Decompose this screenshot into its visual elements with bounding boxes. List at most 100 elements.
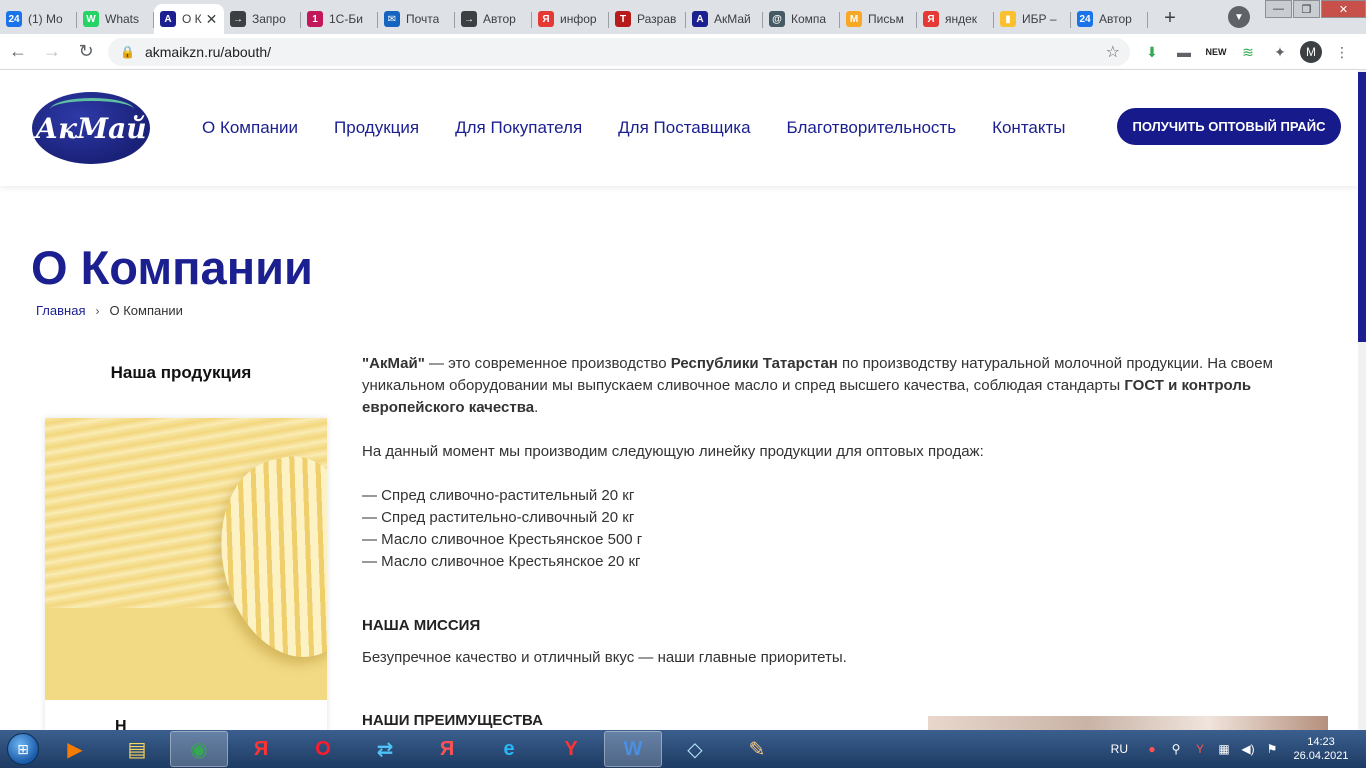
network-icon[interactable]: ▦ [1214, 742, 1234, 756]
tab-label: Разрав [637, 12, 677, 26]
product-line-item: — Спред сливочно-растительный 20 кг [362, 487, 635, 504]
lock-icon[interactable]: 🔒 [120, 45, 135, 59]
browser-tab[interactable]: A АкМай [686, 4, 763, 34]
profile-avatar[interactable]: M [1300, 41, 1322, 63]
taskbar-media-player-icon[interactable]: ▶ [46, 731, 104, 767]
extensions-puzzle-icon[interactable]: ✦ [1268, 40, 1292, 64]
forward-arrow-icon[interactable]: → [36, 36, 68, 68]
tab-favicon-icon: M [846, 11, 862, 27]
tab-label: инфор [560, 12, 597, 26]
windows-taskbar: ⊞ ▶ ▤ ◉ Я O ⇄ Я e Y W ◇ ✎ RU ● ⚲ Y ▦ ◀) … [0, 730, 1366, 768]
browser-tab[interactable]: 24 Автор [1071, 4, 1148, 34]
security-icon[interactable]: ⚲ [1166, 742, 1186, 756]
browser-tab[interactable]: 24 (1) Mo [0, 4, 77, 34]
url-text[interactable]: akmaikzn.ru/abouth/ [145, 44, 271, 60]
browser-tab[interactable]: 1 1С-Би [301, 4, 378, 34]
taskbar-notes-icon[interactable]: ◇ [666, 731, 724, 767]
browser-tab[interactable]: ▮ ИБР – [994, 4, 1071, 34]
page-title: О Компании [31, 241, 313, 294]
browser-tab[interactable]: W Whats [77, 4, 154, 34]
page-scrollbar[interactable] [1358, 70, 1366, 730]
maximize-button[interactable]: ❐ [1293, 0, 1320, 18]
mission-text: Безупречное качество и отличный вкус — н… [362, 649, 847, 666]
nav-products[interactable]: Продукция [334, 118, 419, 138]
taskbar-opera-icon[interactable]: O [294, 731, 352, 767]
bookmark-star-icon[interactable]: ☆ [1106, 42, 1120, 62]
yandex-tray-icon[interactable]: Y [1190, 742, 1210, 756]
download-icon[interactable]: ▼ [1228, 6, 1250, 28]
tab-label: (1) Mo [28, 12, 63, 26]
taskbar-paint-icon[interactable]: ✎ [728, 731, 786, 767]
taskbar-yandex-y-icon[interactable]: Y [542, 731, 600, 767]
browser-tab[interactable]: Яяндек [917, 4, 994, 34]
nav-buyers[interactable]: Для Покупателя [455, 118, 582, 138]
new-tab-button[interactable]: + [1156, 4, 1184, 32]
taskbar-yandex-browser-icon[interactable]: Я [418, 731, 476, 767]
taskbar-chrome-icon[interactable]: ◉ [170, 731, 228, 767]
tab-label: Запро [252, 12, 286, 26]
close-window-button[interactable]: ✕ [1321, 0, 1366, 18]
breadcrumb-home-link[interactable]: Главная [36, 303, 85, 318]
tab-favicon-icon: → [230, 11, 246, 27]
browser-tab[interactable]: Т Разрав [609, 4, 686, 34]
scrollbar-thumb[interactable] [1358, 72, 1366, 342]
menu-kebab-icon[interactable]: ⋮ [1330, 40, 1354, 64]
breadcrumb: Главная › О Компании [36, 303, 183, 318]
akmai-logo[interactable]: АкМай [32, 92, 150, 164]
nav-suppliers[interactable]: Для Поставщика [618, 118, 750, 138]
tab-favicon-icon: A [692, 11, 708, 27]
tab-favicon-icon: Т [615, 11, 631, 27]
tab-label: Почта [406, 12, 440, 26]
extension-download-icon[interactable]: ⬇ [1140, 40, 1164, 64]
browser-tab[interactable]: → Запро [224, 4, 301, 34]
browser-tab[interactable]: A О К ✕ [154, 4, 224, 34]
start-button[interactable]: ⊞ [0, 730, 46, 768]
back-arrow-icon[interactable]: ← [2, 36, 34, 68]
site-header: АкМай О Компании Продукция Для Покупател… [0, 70, 1358, 186]
flag-icon[interactable]: ⚑ [1262, 742, 1282, 756]
get-wholesale-price-button[interactable]: ПОЛУЧИТЬ ОПТОВЫЙ ПРАЙС [1117, 108, 1341, 145]
taskbar-edge-icon[interactable]: e [480, 731, 538, 767]
antivirus-icon[interactable]: ● [1142, 742, 1162, 756]
butter-product-image[interactable] [45, 418, 327, 700]
tab-favicon-icon: 1 [307, 11, 323, 27]
nav-about[interactable]: О Компании [202, 118, 298, 138]
browser-tab[interactable]: ✉ Почта [378, 4, 455, 34]
about-article: "АкМай" — это современное производство Р… [362, 353, 1302, 732]
nav-charity[interactable]: Благотворительность [787, 118, 957, 138]
product-card[interactable]: Н [45, 418, 327, 738]
mission-heading: НАША МИССИЯ [362, 617, 481, 634]
browser-toolbar: ← → ↻ 🔒 akmaikzn.ru/abouth/ ☆ ⬇ ▬ NEW ≋ … [0, 34, 1366, 70]
clock-time: 14:23 [1307, 736, 1335, 748]
tab-favicon-icon: → [461, 11, 477, 27]
taskbar-explorer-icon[interactable]: ▤ [108, 731, 166, 767]
browser-tab[interactable]: M Письм [840, 4, 917, 34]
browser-tab[interactable]: Яинфор [532, 4, 609, 34]
nav-contacts[interactable]: Контакты [992, 118, 1065, 138]
product-line-item: — Спред растительно-сливочный 20 кг [362, 509, 635, 526]
product-line-item: — Масло сливочное Крестьянское 500 г [362, 531, 643, 548]
volume-icon[interactable]: ◀) [1238, 742, 1258, 756]
chevron-right-icon: › [95, 303, 100, 318]
taskbar-word-icon[interactable]: W [604, 731, 662, 767]
taskbar-yandex-icon[interactable]: Я [232, 731, 290, 767]
extension-wallet-icon[interactable]: ▬ [1172, 40, 1196, 64]
tab-favicon-icon: ✉ [384, 11, 400, 27]
tab-label: О К [182, 12, 202, 26]
browser-tab[interactable]: @ Компа [763, 4, 840, 34]
clock[interactable]: 14:23 26.04.2021 [1286, 735, 1356, 763]
lineup-intro: На данный момент мы производим следующую… [362, 443, 984, 460]
language-indicator[interactable]: RU [1111, 742, 1128, 756]
sidebar-title: Наша продукция [110, 363, 252, 382]
extension-layers-icon[interactable]: ≋ [1236, 40, 1260, 64]
tab-close-icon[interactable]: ✕ [206, 11, 218, 28]
reload-icon[interactable]: ↻ [70, 36, 102, 68]
extension-news-icon[interactable]: NEW [1204, 40, 1228, 64]
address-bar[interactable]: 🔒 akmaikzn.ru/abouth/ ☆ [108, 38, 1130, 66]
browser-tab[interactable]: → Автор [455, 4, 532, 34]
tab-label: Автор [1099, 12, 1132, 26]
intro-text-1: — это современное производство [424, 355, 671, 372]
tab-favicon-icon: @ [769, 11, 785, 27]
taskbar-teamviewer-icon[interactable]: ⇄ [356, 731, 414, 767]
minimize-button[interactable]: — [1265, 0, 1292, 18]
